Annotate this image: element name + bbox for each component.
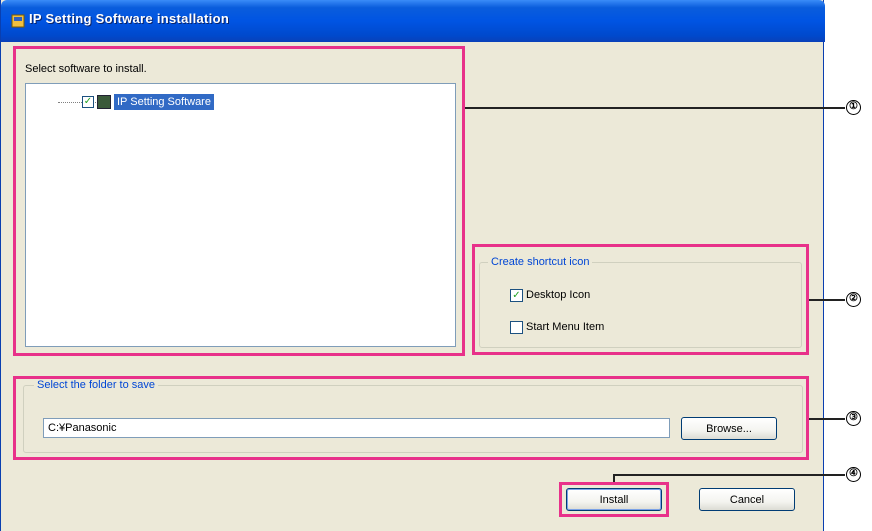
callout-line-3 xyxy=(809,418,845,420)
app-icon xyxy=(11,14,25,28)
start-menu-option[interactable]: Start Menu Item xyxy=(510,319,604,335)
install-button[interactable]: Install xyxy=(566,488,662,511)
tree-item-checkbox[interactable]: ✓ xyxy=(82,96,94,108)
software-icon xyxy=(97,95,111,109)
select-software-label: Select software to install. xyxy=(25,63,147,75)
tree-item-ip-setting-software[interactable]: IP Setting Software xyxy=(114,94,214,110)
installer-window: IP Setting Software installation Select … xyxy=(0,0,825,531)
folder-path-input[interactable] xyxy=(43,418,670,438)
cancel-button[interactable]: Cancel xyxy=(699,488,795,511)
browse-button[interactable]: Browse... xyxy=(681,417,777,440)
shortcut-group: Create shortcut icon ✓ Desktop Icon Star… xyxy=(479,256,802,348)
callout-line-1 xyxy=(465,107,845,109)
callout-marker-1: ① xyxy=(846,100,861,115)
callout-line-4 xyxy=(613,474,845,476)
desktop-icon-label: Desktop Icon xyxy=(526,289,591,301)
callout-marker-4: ④ xyxy=(846,467,861,482)
folder-legend: Select the folder to save xyxy=(34,379,159,391)
callout-line-2 xyxy=(809,299,845,301)
start-menu-checkbox[interactable] xyxy=(510,320,523,334)
desktop-icon-checkbox[interactable]: ✓ xyxy=(510,288,523,302)
callout-marker-3: ③ xyxy=(846,411,861,426)
window-title: IP Setting Software installation xyxy=(29,11,230,26)
callout-marker-2: ② xyxy=(846,292,861,307)
start-menu-label: Start Menu Item xyxy=(526,321,605,333)
title-bar[interactable]: IP Setting Software installation xyxy=(1,0,825,42)
shortcut-legend: Create shortcut icon xyxy=(488,256,593,268)
software-tree[interactable]: ✓ IP Setting Software xyxy=(25,83,456,347)
desktop-icon-option[interactable]: ✓ Desktop Icon xyxy=(510,287,590,303)
